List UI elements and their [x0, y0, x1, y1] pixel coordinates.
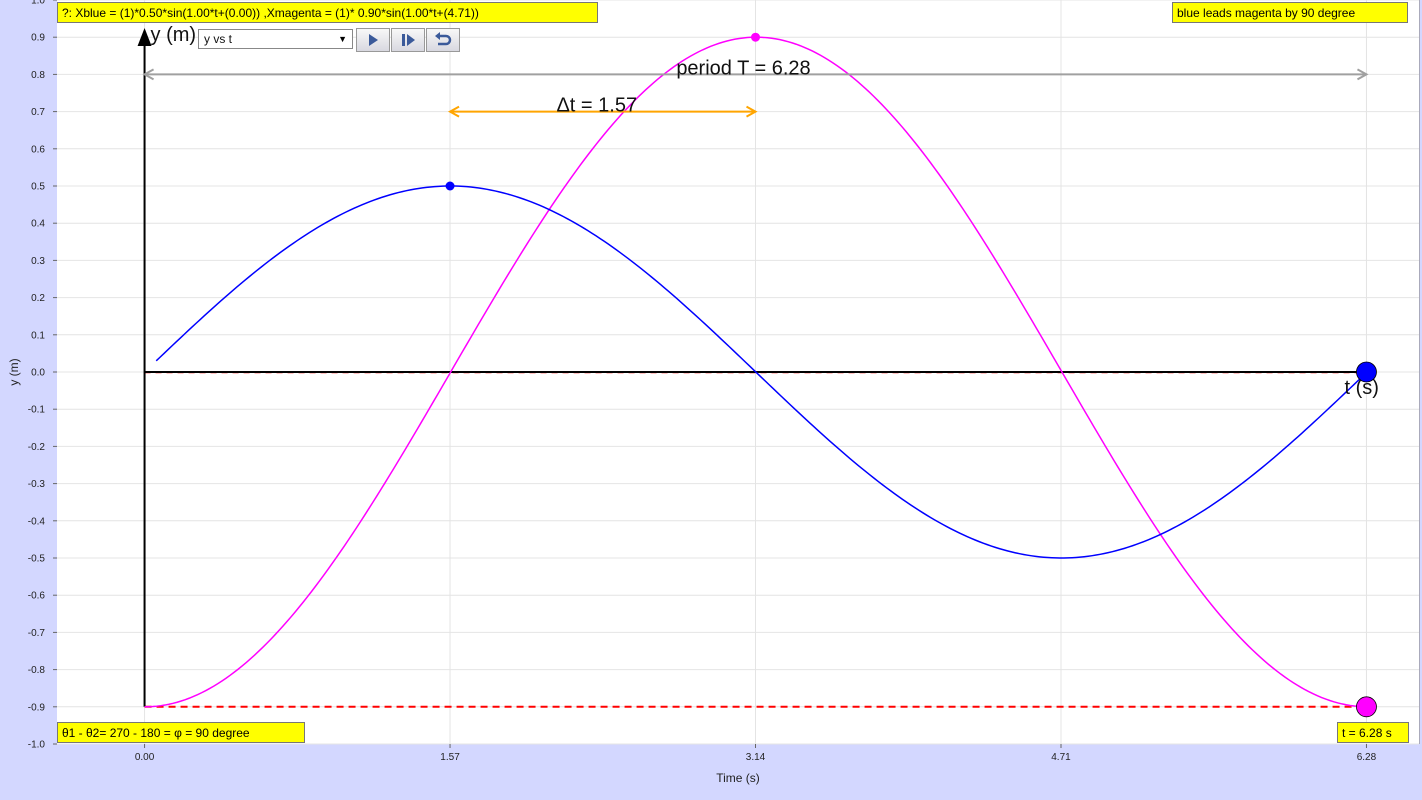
y-tick-label: -0.5 [28, 554, 46, 565]
reset-icon [435, 32, 452, 46]
y-tick-label: 0.8 [31, 70, 45, 81]
y-tick-label: 1.0 [31, 0, 45, 7]
tick-labels: 1.0 0.9 0.8 0.7 0.6 0.5 0.4 0.3 0.2 0.1 0.0 -0.1 -0.… [28, 0, 1377, 763]
y-tick-label: 0.2 [31, 293, 45, 304]
y-tick-label: 0.4 [31, 219, 45, 230]
time-readout-box: t = 6.28 s [1337, 722, 1409, 743]
play-button[interactable] [356, 28, 390, 52]
x-axis-title: Time (s) [716, 771, 760, 785]
step-forward-button[interactable] [391, 28, 425, 52]
y-tick-label: 0.1 [31, 330, 45, 341]
phase-difference-box: θ1 - θ2= 270 - 180 = φ = 90 degree [57, 722, 305, 743]
chart: 1.0 0.9 0.8 0.7 0.6 0.5 0.4 0.3 0.2 0.1 0.0 -0.1 -0.… [7, 0, 1419, 785]
y-tick-label: -0.7 [28, 628, 46, 639]
plot-type-select[interactable]: y vs t ▼ [198, 29, 353, 49]
data-marker[interactable] [1356, 361, 1377, 383]
y-tick-label: 0.9 [31, 33, 45, 44]
data-marker[interactable] [751, 32, 761, 42]
y-axis-arrow-label: y (m) [151, 24, 197, 46]
step-forward-icon [402, 34, 415, 46]
dropdown-caret-icon: ▼ [338, 34, 347, 44]
equation-box: ?: Xblue = (1)*0.50*sin(1.00*t+(0.00)) ,… [57, 2, 598, 23]
play-icon [369, 34, 378, 46]
plot-type-value: y vs t [204, 32, 233, 46]
period-label: period T = 6.28 [676, 57, 810, 79]
y-tick-label: 0.5 [31, 182, 45, 193]
y-tick-label: -0.9 [28, 702, 46, 713]
y-axis-title: y (m) [7, 358, 21, 385]
y-tick-label: -1.0 [28, 740, 46, 751]
x-tick-label: 1.57 [440, 752, 460, 763]
data-marker[interactable] [445, 181, 455, 191]
y-tick-label: -0.8 [28, 665, 46, 676]
y-tick-label: -0.1 [28, 405, 46, 416]
lead-status-box: blue leads magenta by 90 degree [1172, 2, 1408, 23]
y-tick-label: -0.2 [28, 442, 46, 453]
y-tick-label: -0.6 [28, 591, 46, 602]
delta-t-label: Δt = 1.57 [556, 95, 637, 117]
x-tick-label: 6.28 [1357, 752, 1377, 763]
x-tick-label: 0.00 [135, 752, 155, 763]
y-tick-label: 0.0 [31, 368, 45, 379]
control-bar: y vs t ▼ [198, 28, 460, 52]
x-tick-label: 4.71 [1051, 752, 1071, 763]
x-tick-label: 3.14 [746, 752, 766, 763]
y-tick-label: 0.7 [31, 107, 45, 118]
y-tick-label: 0.6 [31, 144, 45, 155]
data-marker[interactable] [1356, 696, 1377, 718]
y-tick-label: -0.3 [28, 479, 46, 490]
y-tick-label: 0.3 [31, 256, 45, 267]
reset-button[interactable] [426, 28, 460, 52]
markers [445, 32, 1377, 718]
y-tick-label: -0.4 [28, 516, 46, 527]
